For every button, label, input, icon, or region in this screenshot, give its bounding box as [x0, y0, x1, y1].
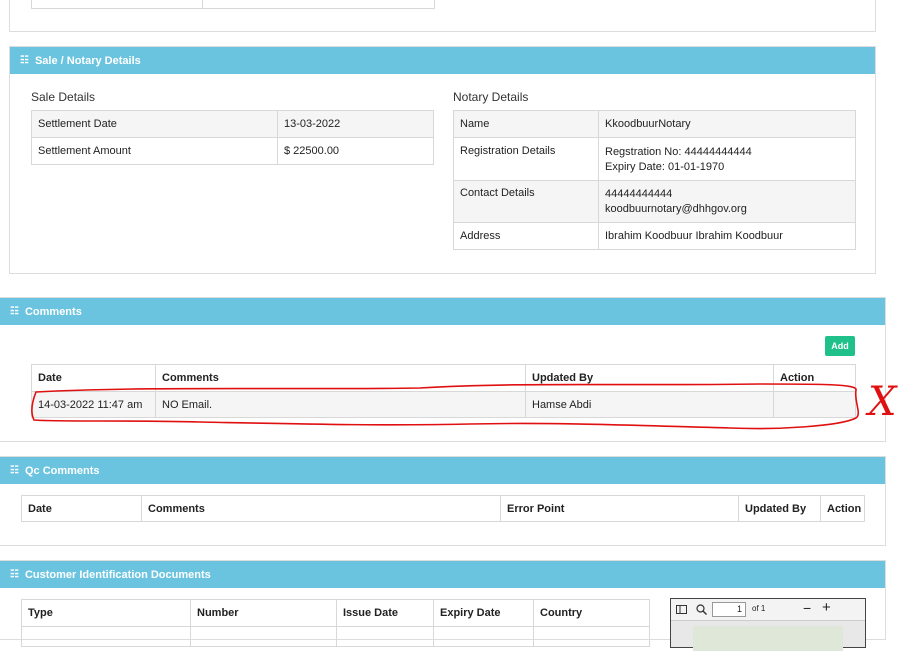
contact-email: koodbuurnotary@dhhgov.org — [605, 203, 747, 215]
column-header[interactable]: Comments — [141, 495, 501, 522]
document-page-preview — [693, 626, 843, 651]
list-icon: ☷ — [10, 569, 19, 580]
comments-header: ☷ Comments — [0, 298, 885, 325]
page-total: of 1 — [752, 604, 766, 613]
customer-docs-title: Customer Identification Documents — [24, 568, 211, 581]
sale-notary-header: ☷ Sale / Notary Details — [10, 47, 875, 74]
notary-details-table: Name KkoodbuurNotary Registration Details… — [453, 110, 856, 250]
qc-comments-panel: ☷ Qc Comments Date Comments Error Point … — [0, 456, 886, 546]
zoom-out-button[interactable]: − — [803, 600, 811, 616]
sale-row-label: Settlement Amount — [31, 137, 278, 165]
column-header: Action — [820, 495, 865, 522]
search-icon[interactable] — [696, 604, 707, 615]
column-header[interactable]: Error Point — [500, 495, 739, 522]
sale-notary-title: Sale / Notary Details — [34, 54, 141, 67]
qc-comments-header: ☷ Qc Comments — [0, 457, 885, 484]
qc-comments-table: Date Comments Error Point Updated By Act… — [21, 495, 865, 522]
red-x-mark: X — [868, 379, 897, 425]
notary-row-label: Address — [453, 222, 599, 250]
sale-row-value: 13-03-2022 — [277, 110, 434, 138]
expiry-date: Expiry Date: 01-01-1970 — [605, 161, 725, 173]
red-annotation-circle — [31, 383, 860, 430]
customer-docs-panel: ☷ Customer Identification Documents Type… — [0, 560, 886, 651]
zoom-in-button[interactable]: + — [822, 599, 831, 616]
page-number-input[interactable]: 1 — [712, 602, 746, 617]
sale-details-table: Settlement Date 13-03-2022 Settlement Amo… — [31, 110, 434, 165]
sale-notary-panel: ☷ Sale / Notary Details Sale Details Set… — [9, 46, 876, 274]
list-icon: ☷ — [10, 465, 19, 476]
column-header[interactable]: Expiry Date — [433, 599, 534, 627]
column-header[interactable]: Updated By — [738, 495, 821, 522]
sidebar-toggle-icon[interactable] — [676, 605, 687, 614]
customer-docs-header: ☷ Customer Identification Documents — [0, 561, 885, 588]
column-header[interactable]: Number — [190, 599, 337, 627]
notary-row-label: Name — [453, 110, 599, 138]
sale-row-label: Settlement Date — [31, 110, 278, 138]
comments-title: Comments — [24, 305, 82, 318]
add-comment-button[interactable]: Add — [825, 336, 855, 356]
notary-row-value: KkoodbuurNotary — [598, 110, 856, 138]
viewer-toolbar: 1 of 1 − + — [671, 599, 865, 621]
previous-table-remnant — [31, 0, 435, 9]
list-icon: ☷ — [10, 306, 19, 317]
column-header[interactable]: Date — [21, 495, 142, 522]
document-viewer[interactable]: 1 of 1 − + — [670, 598, 866, 651]
sale-row-value: $ 22500.00 — [277, 137, 434, 165]
notary-details-heading: Notary Details — [453, 90, 529, 104]
column-header[interactable]: Type — [21, 599, 191, 627]
list-icon: ☷ — [20, 55, 29, 66]
registration-number: Regstration No: 44444444444 — [605, 146, 752, 158]
contact-phone: 44444444444 — [605, 188, 673, 200]
customer-docs-table: Type Number Issue Date Expiry Date Count… — [21, 599, 650, 647]
column-header[interactable]: Issue Date — [336, 599, 434, 627]
previous-panel — [9, 0, 876, 32]
column-header[interactable]: Country — [533, 599, 650, 627]
notary-row-label: Registration Details — [453, 137, 599, 181]
qc-comments-title: Qc Comments — [24, 464, 100, 477]
notary-row-label: Contact Details — [453, 180, 599, 223]
notary-row-value: Ibrahim Koodbuur Ibrahim Koodbuur — [598, 222, 856, 250]
sale-details-heading: Sale Details — [31, 90, 96, 104]
